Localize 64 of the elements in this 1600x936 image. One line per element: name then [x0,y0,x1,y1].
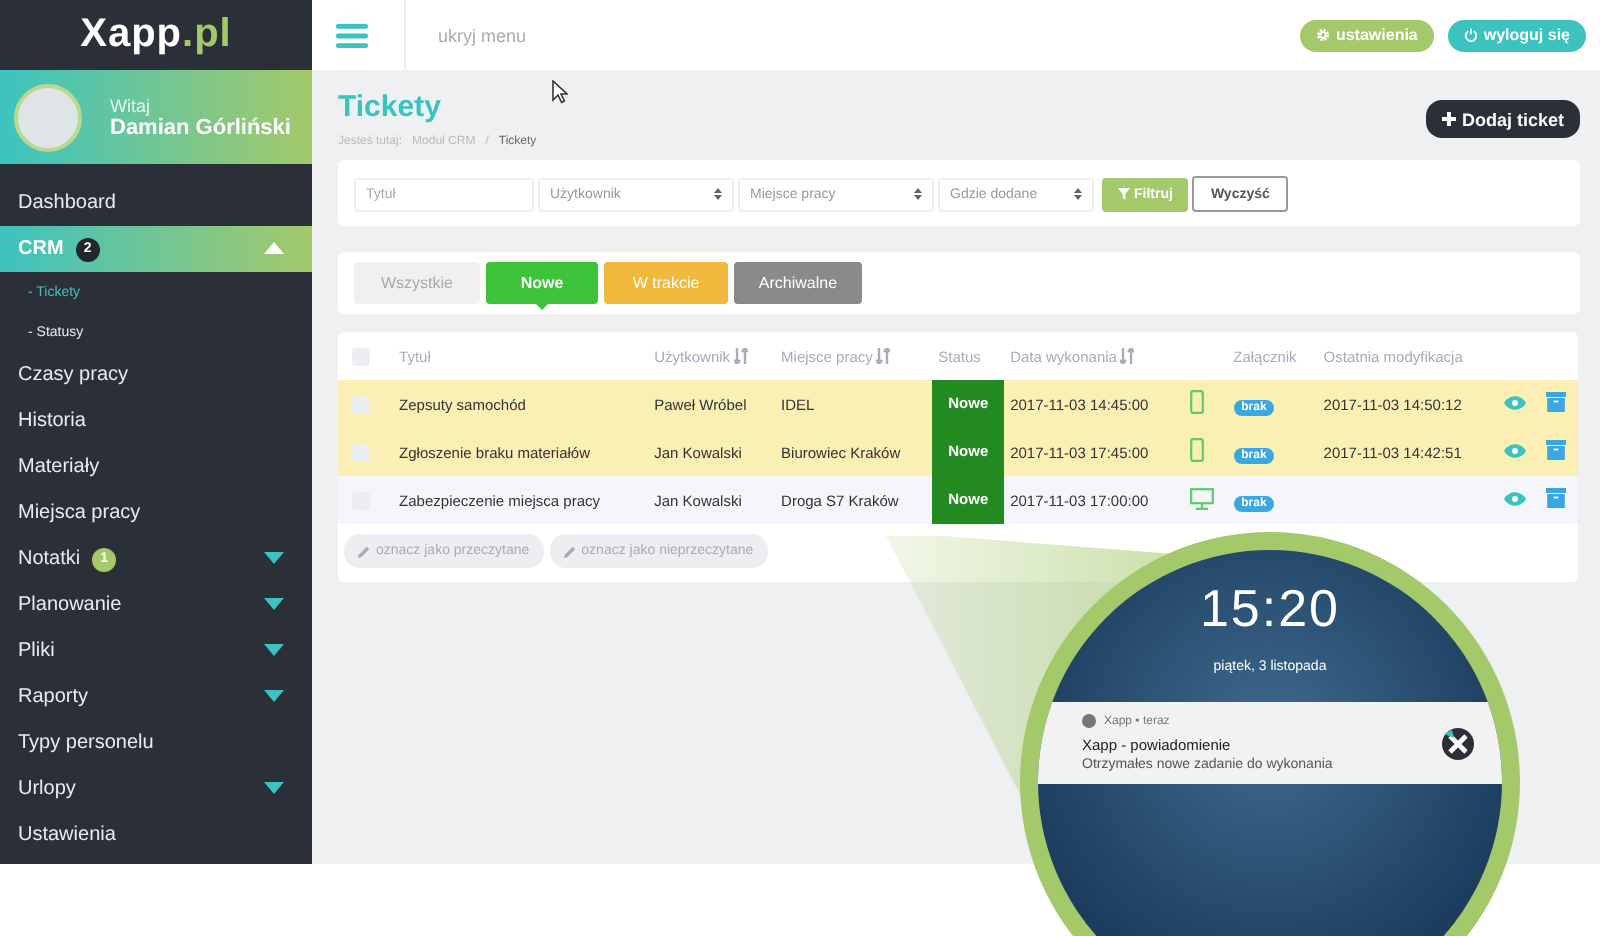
page-title: Tickety [338,90,443,124]
sort-icon[interactable] [876,348,891,364]
select-arrows-icon [1074,188,1082,200]
sort-icon[interactable] [734,348,749,364]
sidebar-item[interactable]: Typy personelu [0,720,312,766]
app-logo-icon [1442,727,1474,759]
sidebar-item-label: Urlopy [18,778,76,800]
app-icon [1082,714,1096,728]
mouse-cursor-icon [552,80,568,104]
row-checkbox[interactable] [352,443,370,461]
sidebar-item[interactable]: Miejsca pracy [0,490,312,536]
sidebar-item-label: CRM [18,238,64,260]
sidebar-item-label: Planowanie [18,594,122,616]
sidebar-item[interactable]: Historia [0,398,312,444]
sidebar-item-label: Dashboard [18,192,116,214]
add-ticket-button[interactable]: Dodaj ticket [1425,100,1580,138]
eye-icon[interactable] [1504,443,1527,457]
sidebar-item-label: Czasy pracy [18,364,129,386]
sidebar-item[interactable]: Materiały [0,444,312,490]
sidebar-item[interactable]: Planowanie [0,582,312,628]
sidebar-item-label: Typy personelu [18,732,154,754]
logo[interactable]: Xapp.pl [0,0,312,70]
sidebar-item[interactable]: Raporty [0,674,312,720]
greeting: Witaj [110,95,152,115]
phone-icon [1190,390,1205,414]
sidebar-item[interactable]: Urlopy [0,766,312,812]
caret-icon [264,552,284,564]
sidebar-item[interactable]: Czasy pracy [0,352,312,398]
pencil-icon [563,545,576,557]
archive-icon[interactable] [1545,392,1566,412]
sidebar-item-label: Pliki [18,640,55,662]
archive-icon[interactable] [1545,488,1566,508]
filter-icon [1118,188,1130,200]
pencil-icon [358,545,370,557]
eye-icon[interactable] [1504,491,1527,505]
plus-icon [1441,112,1456,126]
lock-screen-clock: 15:20 [1199,578,1341,640]
settings-icon [1315,28,1330,42]
sidebar-item[interactable]: Ustawienia [0,812,312,858]
caret-icon [264,644,284,656]
sidebar-item-label: Ustawienia [18,824,116,846]
sidebar-item[interactable]: Dashboard [0,180,312,226]
sidebar-item-label: Notatki [18,548,81,570]
row-checkbox[interactable] [352,395,370,413]
archive-icon[interactable] [1545,440,1566,460]
sidebar-item[interactable]: Pliki [0,628,312,674]
select-arrows-icon [914,188,922,200]
select-arrows-icon [714,188,722,200]
sidebar-item-label: Materiały [18,456,100,478]
caret-icon [264,690,284,702]
avatar [14,83,82,151]
eye-icon[interactable] [1504,395,1527,409]
sidebar-item-label: Raporty [18,686,89,708]
power-icon [1463,28,1478,42]
phone-icon [1190,438,1205,462]
monitor-icon [1190,487,1215,509]
menu-icon[interactable] [336,23,368,47]
sidebar-item-label: Miejsca pracy [18,502,141,524]
caret-icon [264,242,284,254]
sidebar-item-label: Historia [18,410,86,432]
sort-icon[interactable] [1120,348,1135,364]
user-name: Damian Górliński [110,115,291,139]
caret-icon [264,782,284,794]
caret-icon [264,598,284,610]
